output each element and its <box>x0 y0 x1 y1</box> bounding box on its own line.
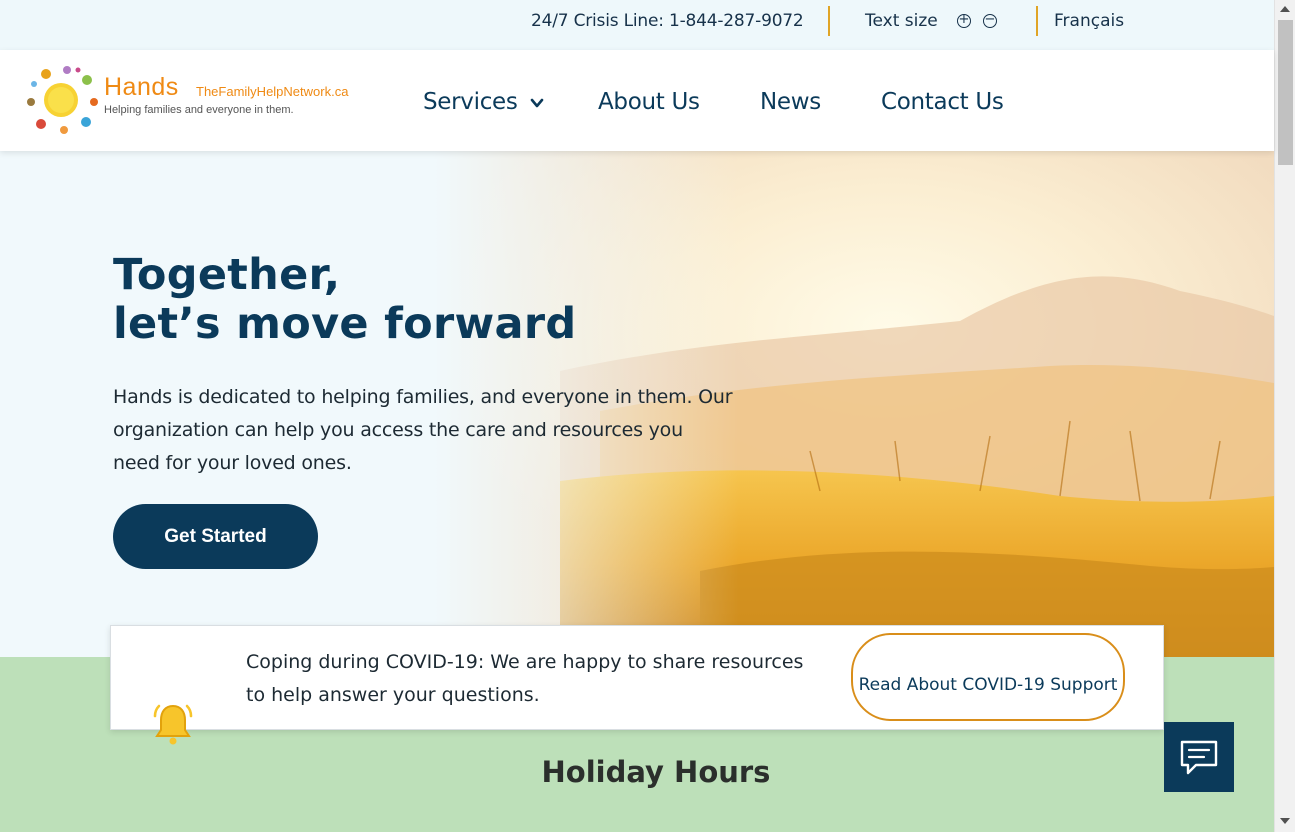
read-covid-support-button[interactable]: Read About COVID-19 Support <box>851 633 1125 721</box>
scroll-up-icon[interactable] <box>1280 6 1290 12</box>
nav-about-us[interactable]: About Us <box>598 89 700 115</box>
logo-domain: TheFamilyHelpNetwork.ca <box>196 84 349 99</box>
chevron-down-icon[interactable] <box>530 96 544 110</box>
text-size-label: Text size <box>865 11 938 31</box>
scroll-down-icon[interactable] <box>1280 818 1290 824</box>
language-toggle-link[interactable]: Français <box>1054 11 1124 31</box>
site-logo[interactable]: Hands TheFamilyHelpNetwork.ca Helping fa… <box>24 62 384 138</box>
get-started-button[interactable]: Get Started <box>113 504 318 569</box>
text-size-increase-icon[interactable]: + <box>957 13 971 28</box>
scroll-thumb[interactable] <box>1278 20 1293 165</box>
site-header: Hands TheFamilyHelpNetwork.ca Helping fa… <box>0 50 1274 151</box>
holiday-hours-heading: Holiday Hours <box>541 755 771 789</box>
hero-title-line1: Together, <box>113 250 341 300</box>
crisis-line[interactable]: 24/7 Crisis Line: 1-844-287-9072 <box>531 11 804 31</box>
hero-section: Together, let’s move forward Hands is de… <box>0 151 1274 657</box>
chat-icon <box>1180 740 1218 775</box>
utility-divider <box>828 6 830 36</box>
covid-banner: Coping during COVID-19: We are happy to … <box>110 625 1164 745</box>
bell-icon <box>153 704 193 745</box>
page-scrollbar[interactable] <box>1274 0 1295 832</box>
utility-bar: 24/7 Crisis Line: 1-844-287-9072 Text si… <box>0 0 1274 50</box>
sun-hands-logo-icon <box>27 66 98 134</box>
logo-tagline: Helping families and everyone in them. <box>104 104 294 116</box>
text-size-decrease-icon[interactable]: − <box>983 13 997 28</box>
utility-divider <box>1036 6 1038 36</box>
hero-description: Hands is dedicated to helping families, … <box>113 386 733 474</box>
logo-wordmark: Hands <box>104 73 179 101</box>
nav-news[interactable]: News <box>760 89 821 115</box>
chat-button[interactable] <box>1164 722 1234 792</box>
nav-contact-us[interactable]: Contact Us <box>881 89 1004 115</box>
covid-banner-text: Coping during COVID-19: We are happy to … <box>246 651 804 706</box>
hero-title-line2: let’s move forward <box>113 299 577 349</box>
hero-title: Together, let’s move forward <box>113 251 576 349</box>
nav-services[interactable]: Services <box>423 89 518 115</box>
